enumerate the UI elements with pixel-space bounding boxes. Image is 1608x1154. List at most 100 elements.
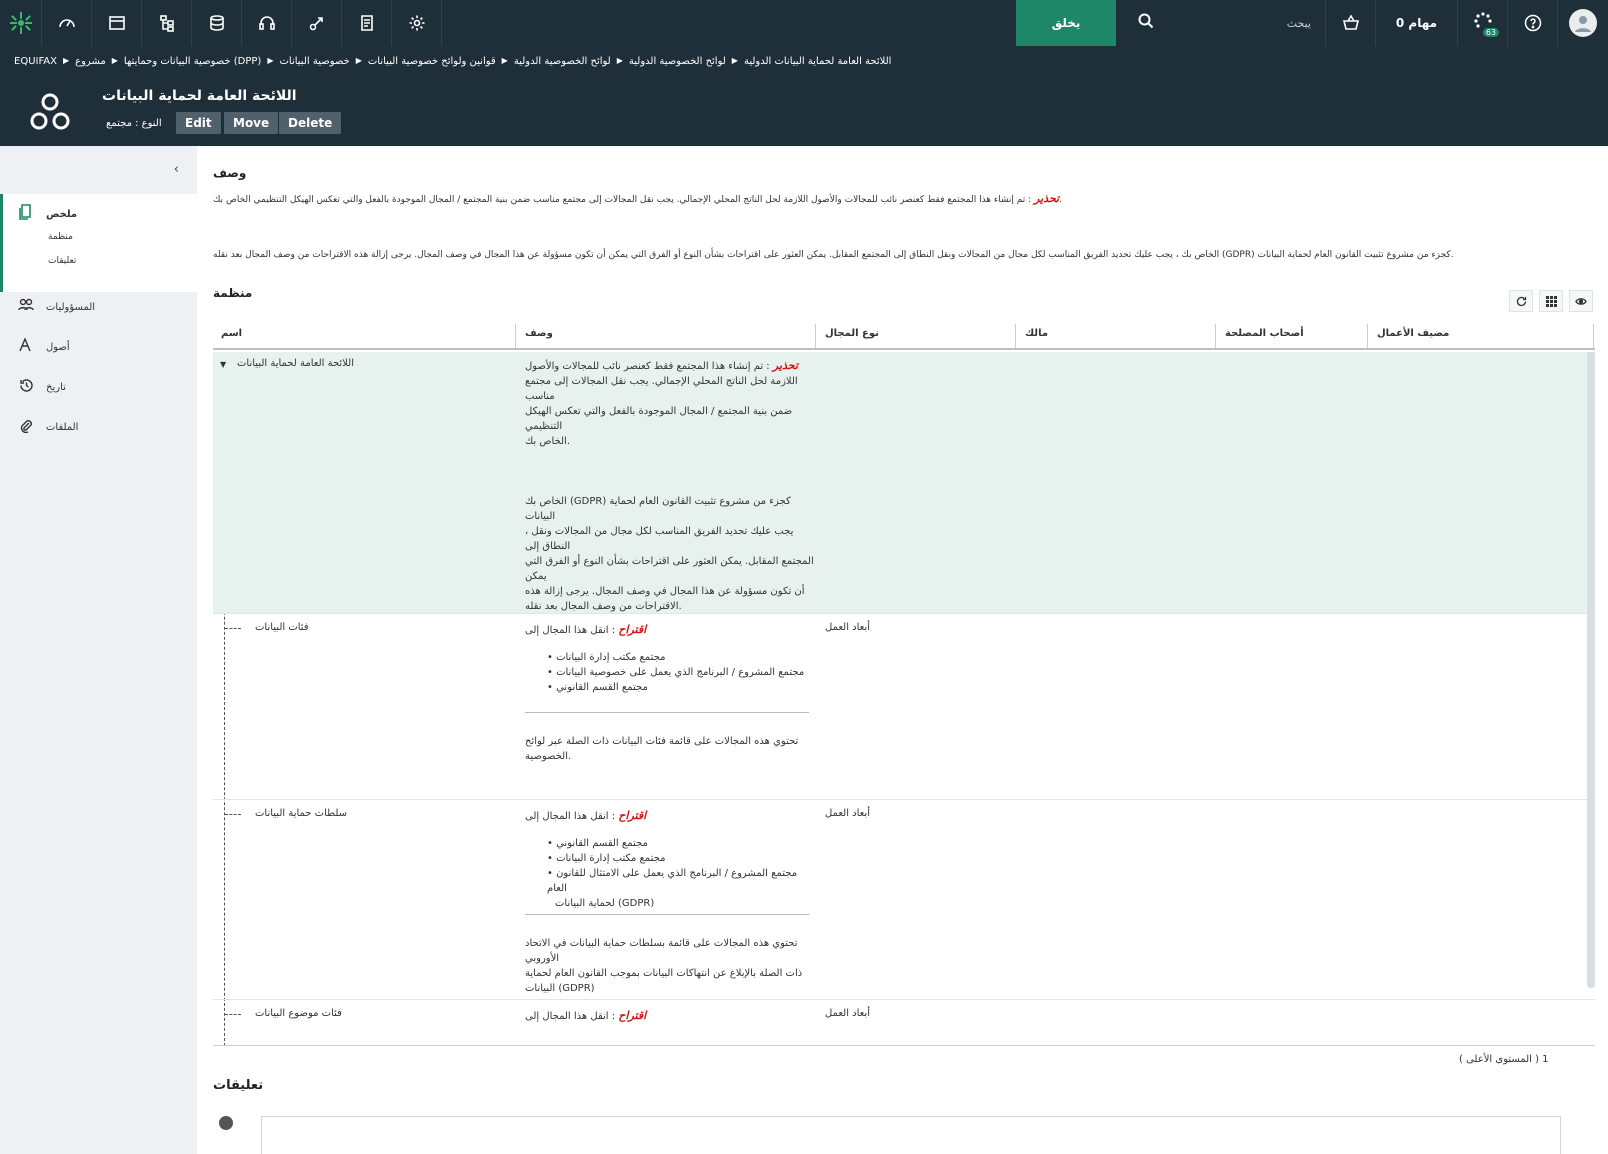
description-line: ذات الصلة بالإبلاغ عن انتهاكات البيانات … <box>525 968 803 979</box>
row-name[interactable]: فئات موضوع البيانات <box>255 1006 342 1021</box>
table-row[interactable]: ▼ اللائحة العامة لحماية البيانات تحذير :… <box>213 352 1595 614</box>
row-name[interactable]: فئات البيانات <box>255 620 309 635</box>
description-line: : تم إنشاء هذا المجتمع فقط كعنصر نائب لل… <box>525 361 770 372</box>
suggestion-label: اقتراح <box>618 809 647 822</box>
description-line: البيانات (GDPR) <box>525 983 595 994</box>
breadcrumb-item[interactable]: لوائح الخصوصية الدولية <box>514 56 611 67</box>
column-separator <box>1215 324 1216 348</box>
sidebar-subitem-organization[interactable]: منظمة <box>48 232 73 242</box>
row-domain-type: أبعاد العمل <box>825 808 871 819</box>
breadcrumb-item[interactable]: اللائحة العامة لحماية البيانات الدولية <box>744 56 891 67</box>
column-separator <box>1015 324 1016 348</box>
comments-title: تعليقات <box>213 1078 264 1093</box>
database-icon[interactable] <box>192 0 242 46</box>
row-description-footer: تحتوي هذه المجالات على قائمة فئات البيان… <box>525 734 815 764</box>
row-domain-type: أبعاد العمل <box>825 622 871 633</box>
column-header-name[interactable]: اسم <box>221 328 242 339</box>
grid-scrollbar[interactable] <box>1587 352 1595 988</box>
delete-button[interactable]: Delete <box>279 112 342 134</box>
create-button[interactable]: يخلق <box>1016 0 1116 46</box>
search-field[interactable]: يبحث <box>1116 0 1326 46</box>
description-line: الاقتراحات من وصف المجال بعد نقله. <box>525 601 682 612</box>
left-sidebar: ‹ ملخص منظمة تعليقات المسؤوليات أصول تار… <box>0 146 197 1154</box>
bullet-item: • مجتمع القسم القانوني <box>547 838 648 849</box>
sidebar-item-summary[interactable]: ملخص <box>18 204 77 224</box>
people-icon <box>18 298 34 316</box>
search-icon[interactable] <box>1138 13 1154 34</box>
settings-gear-icon[interactable] <box>392 0 442 46</box>
breadcrumb-arrow-icon: ▶ <box>616 56 623 65</box>
lineage-icon[interactable] <box>292 0 342 46</box>
description-line: أن تكون مسؤولة عن هذا المجال في وصف المج… <box>525 586 805 597</box>
bullet-text: مجتمع القسم القانوني <box>556 682 648 693</box>
row-name[interactable]: سلطات حماية البيانات <box>255 806 347 821</box>
notifications-button[interactable]: 63 <box>1458 0 1508 46</box>
sidebar-item-assets[interactable]: أصول <box>18 337 70 356</box>
breadcrumb-item[interactable]: مشروع <box>75 56 106 67</box>
assets-icon <box>18 337 34 356</box>
expand-caret-icon[interactable]: ▼ <box>220 360 226 369</box>
row-name[interactable]: اللائحة العامة لحماية البيانات <box>237 356 354 371</box>
basket-icon[interactable] <box>1326 0 1376 46</box>
row-description: اقتراح : انقل هذا المجال إلى • مجتمع الق… <box>525 808 815 911</box>
levels-indicator: ( المستوى الأعلى ) 1 <box>1459 1054 1549 1065</box>
sidebar-item-label: تاريخ <box>46 382 66 393</box>
row-description: تحذير : تم إنشاء هذا المجتمع فقط كعنصر ن… <box>525 358 815 614</box>
sidebar-item-label: ملخص <box>46 208 78 220</box>
breadcrumb-item[interactable]: خصوصية البيانات <box>280 56 350 67</box>
column-header-stakeholders[interactable]: أصحاب المصلحة <box>1225 328 1304 339</box>
tree-branch-line <box>225 628 241 629</box>
breadcrumb-item[interactable]: قوانين ولوائح خصوصية البيانات <box>368 56 496 67</box>
description-gap <box>525 824 815 836</box>
move-button[interactable]: Move <box>224 112 279 134</box>
edit-button[interactable]: Edit <box>176 112 221 134</box>
support-icon[interactable] <box>242 0 292 46</box>
breadcrumb: EQUIFAX ▶ مشروع ▶ خصوصية البيانات وحمايتها… <box>14 56 891 67</box>
grid-layout-icon[interactable] <box>1539 290 1563 312</box>
refresh-icon[interactable] <box>1509 290 1533 312</box>
reports-icon[interactable] <box>342 0 392 46</box>
breadcrumb-item[interactable]: لوائح الخصوصية الدولية <box>629 56 726 67</box>
table-row[interactable]: فئات البيانات اقتراح : انقل هذا المجال إ… <box>213 614 1595 800</box>
row-description: اقتراح : انقل هذا المجال إلى <box>525 1008 815 1024</box>
description-title: وصف <box>213 166 247 180</box>
collapse-sidebar-chevron-icon[interactable]: ‹ <box>174 162 179 177</box>
main-content: وصف تحذير : تم إنشاء هذا المجتمع فقط كعن… <box>197 146 1608 1154</box>
description-line: الخاص بك (GDPR) كجزء من مشروع تثبيت القا… <box>525 496 791 522</box>
sidebar-item-history[interactable]: تاريخ <box>18 378 66 397</box>
breadcrumb-arrow-icon: ▶ <box>267 56 274 65</box>
column-separator <box>815 324 816 348</box>
notification-count-badge: 63 <box>1482 28 1499 37</box>
browse-icon[interactable] <box>92 0 142 46</box>
tree-branch-line <box>225 814 241 815</box>
search-placeholder: يبحث <box>1286 16 1311 30</box>
sidebar-item-responsibilities[interactable]: المسؤوليات <box>18 298 95 316</box>
row-description: اقتراح : انقل هذا المجال إلى • مجتمع مكت… <box>525 622 815 695</box>
help-icon[interactable] <box>1508 0 1558 46</box>
breadcrumb-arrow-icon: ▶ <box>501 56 508 65</box>
column-header-domain-type[interactable]: نوع المجال <box>825 328 879 339</box>
view-eye-icon[interactable] <box>1569 290 1593 312</box>
breadcrumb-item[interactable]: خصوصية البيانات وحمايتها (DPP) <box>124 56 261 67</box>
row-description-footer: تحتوي هذه المجالات على قائمة بسلطات حماي… <box>525 936 815 996</box>
description-line: تحتوي هذه المجالات على قائمة فئات البيان… <box>525 736 799 747</box>
bullet-text: مجتمع القسم القانوني <box>556 838 648 849</box>
tasks-button[interactable]: مهام 0 <box>1376 0 1458 46</box>
app-logo-icon[interactable] <box>0 0 42 46</box>
user-menu[interactable] <box>1558 0 1608 46</box>
table-row[interactable]: سلطات حماية البيانات اقتراح : انقل هذا ا… <box>213 800 1595 1000</box>
sidebar-item-files[interactable]: الملفات <box>18 418 78 437</box>
column-header-business-steward[interactable]: مضيف الأعمال <box>1377 328 1449 339</box>
bullet-item: • مجتمع مكتب إدارة البيانات <box>547 853 666 864</box>
breadcrumb-item[interactable]: EQUIFAX <box>14 56 57 67</box>
column-header-description[interactable]: وصف <box>525 328 553 339</box>
table-row[interactable]: فئات موضوع البيانات اقتراح : انقل هذا ال… <box>213 1000 1595 1045</box>
comment-input[interactable] <box>261 1116 1561 1154</box>
sidebar-subitem-comments[interactable]: تعليقات <box>48 256 76 266</box>
comment-user-avatar-icon <box>219 1116 233 1130</box>
hierarchy-icon[interactable] <box>142 0 192 46</box>
asset-type-label: النوع : مجتمع <box>106 118 162 129</box>
top-nav-bar: يخلق يبحث مهام 0 63 <box>0 0 1608 46</box>
column-header-owner[interactable]: مالك <box>1025 328 1048 339</box>
dashboard-icon[interactable] <box>42 0 92 46</box>
